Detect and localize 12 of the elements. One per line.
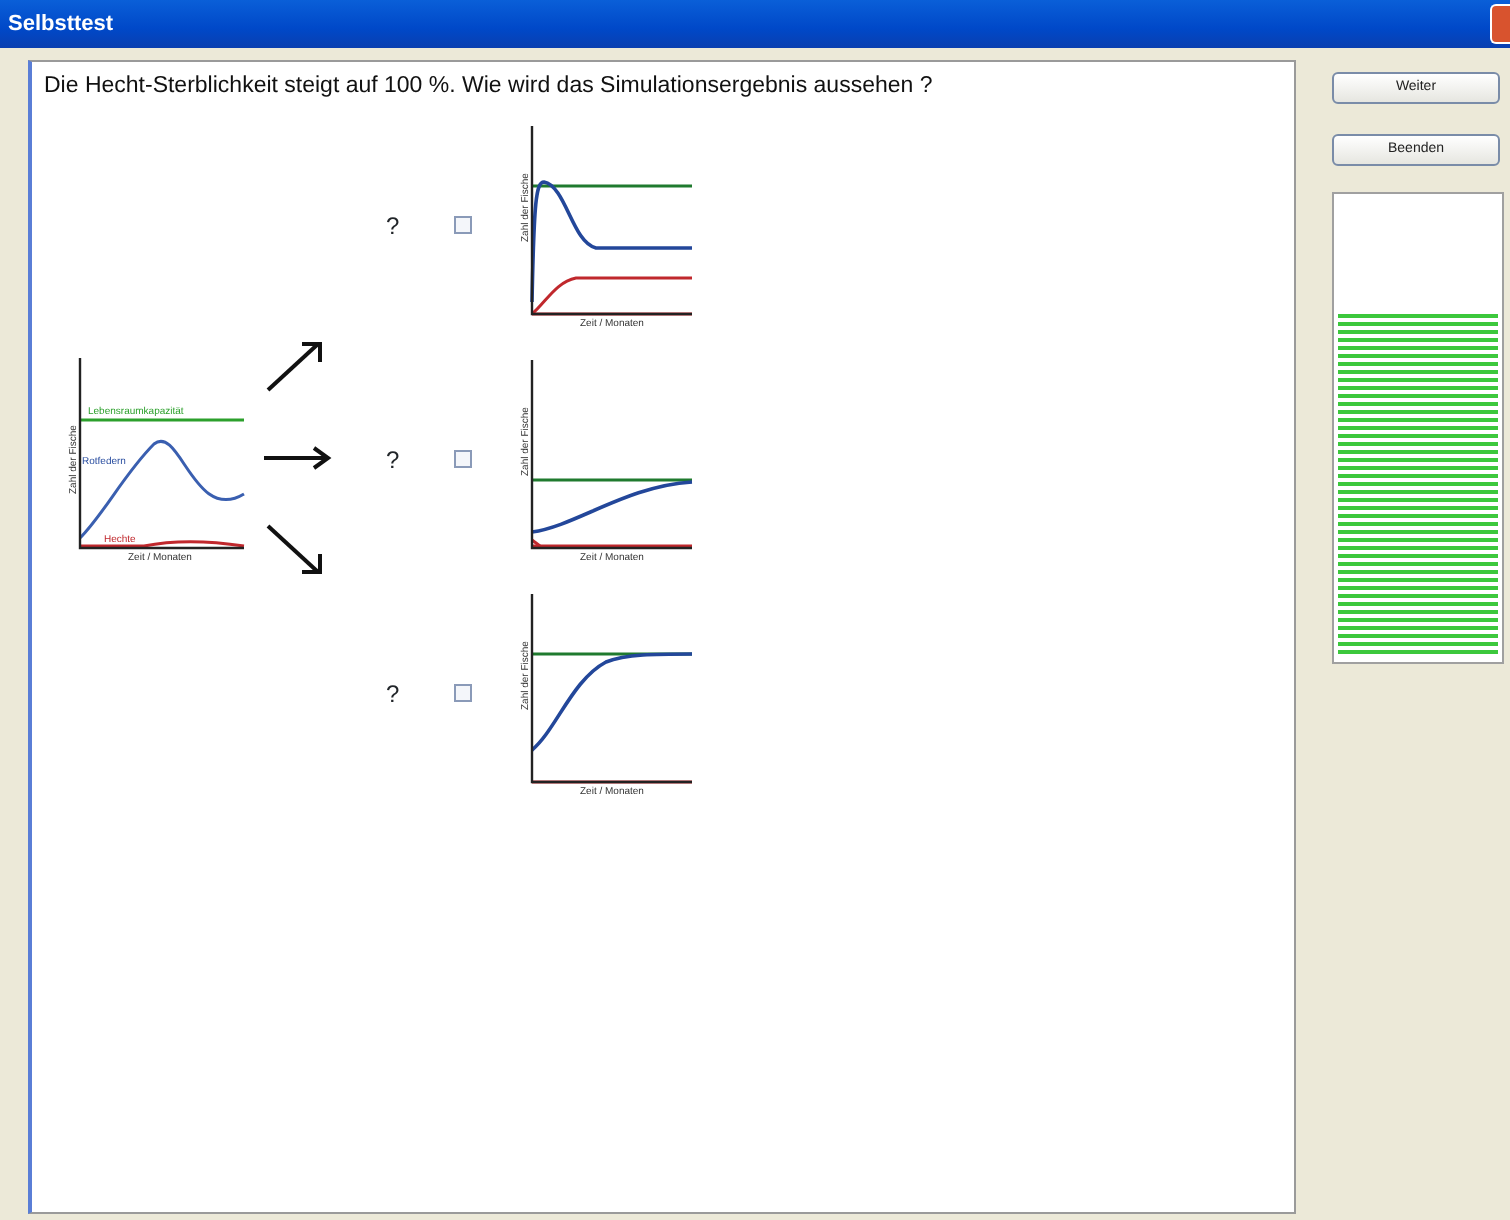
answer-checkbox[interactable] xyxy=(454,684,472,703)
question-mark: ? xyxy=(386,443,402,478)
question-text: Die Hecht-Sterblichkeit steigt auf 100 %. Wie wird das Simulationsergebnis aussehen ? xyxy=(44,72,935,102)
arrow-icon xyxy=(266,342,322,392)
answer-checkbox[interactable] xyxy=(454,450,472,469)
close-button[interactable] xyxy=(1490,4,1510,44)
arrow-icon xyxy=(264,446,332,471)
window-title: Selbsttest xyxy=(8,9,114,40)
question-mark: ? xyxy=(386,677,402,712)
arrow-icon xyxy=(266,525,322,575)
answer-checkbox[interactable] xyxy=(454,216,472,235)
question-mark: ? xyxy=(386,209,402,244)
